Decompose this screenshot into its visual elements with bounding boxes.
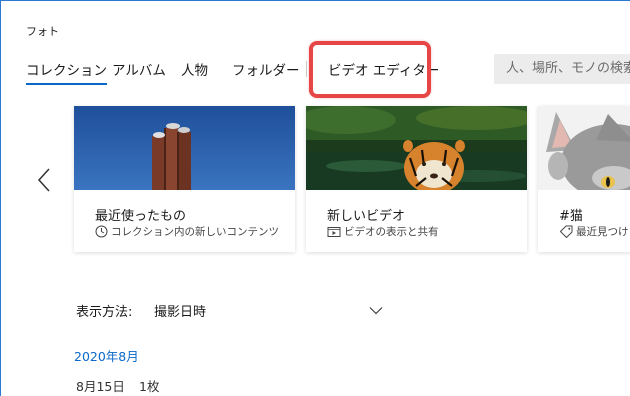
video-icon <box>327 227 341 237</box>
card-recent-subtitle-text: コレクション内の新しいコンテンツ <box>111 226 279 238</box>
day-photo-count: 1枚 <box>139 379 160 394</box>
card-new-video-title: 新しいビデオ <box>327 209 406 224</box>
card-cat-subtitle: 最近見つけ <box>559 224 629 239</box>
sort-dropdown[interactable]: 撮影日時 <box>154 301 383 320</box>
tab-folders[interactable]: フォルダー <box>232 59 300 79</box>
tab-people[interactable]: 人物 <box>181 59 208 79</box>
card-cat-title: #猫 <box>559 209 583 224</box>
tab-video-editor[interactable]: ビデオ エディター <box>328 59 439 79</box>
card-new-video-thumbnail <box>306 106 527 190</box>
chevron-down-icon <box>369 307 383 315</box>
search-input[interactable]: 人、場所、モノの検索... <box>494 54 630 84</box>
tab-collection[interactable]: コレクション <box>26 59 107 85</box>
carousel-prev-button[interactable] <box>34 165 54 195</box>
card-cat-subtitle-text: 最近見つけ <box>576 226 629 238</box>
card-cat-thumbnail <box>538 106 630 190</box>
card-new-video-subtitle-text: ビデオの表示と共有 <box>344 226 439 238</box>
photos-app-window: フォト コレクション アルバム 人物 フォルダー ビデオ エディター 人、場所、… <box>0 0 630 396</box>
month-header[interactable]: 2020年8月 <box>74 346 139 365</box>
card-recent[interactable]: 最近使ったもの コレクション内の新しいコンテンツ <box>74 106 295 252</box>
app-title: フォト <box>26 25 59 38</box>
card-cat-tag[interactable]: #猫 最近見つけ <box>538 106 630 252</box>
card-new-video-subtitle: ビデオの表示と共有 <box>327 224 439 239</box>
card-new-video[interactable]: 新しいビデオ ビデオの表示と共有 <box>306 106 527 252</box>
sort-label: 表示方法: <box>76 305 133 320</box>
nav-separator <box>306 61 307 77</box>
day-date: 8月15日 <box>76 379 125 394</box>
card-recent-thumbnail <box>74 106 295 190</box>
tag-icon <box>559 225 573 238</box>
tab-albums[interactable]: アルバム <box>112 59 166 79</box>
chevron-left-icon <box>37 168 50 192</box>
clock-icon <box>95 225 108 238</box>
sort-dropdown-value: 撮影日時 <box>154 305 207 320</box>
card-recent-subtitle: コレクション内の新しいコンテンツ <box>95 224 279 239</box>
card-recent-title: 最近使ったもの <box>95 209 187 224</box>
